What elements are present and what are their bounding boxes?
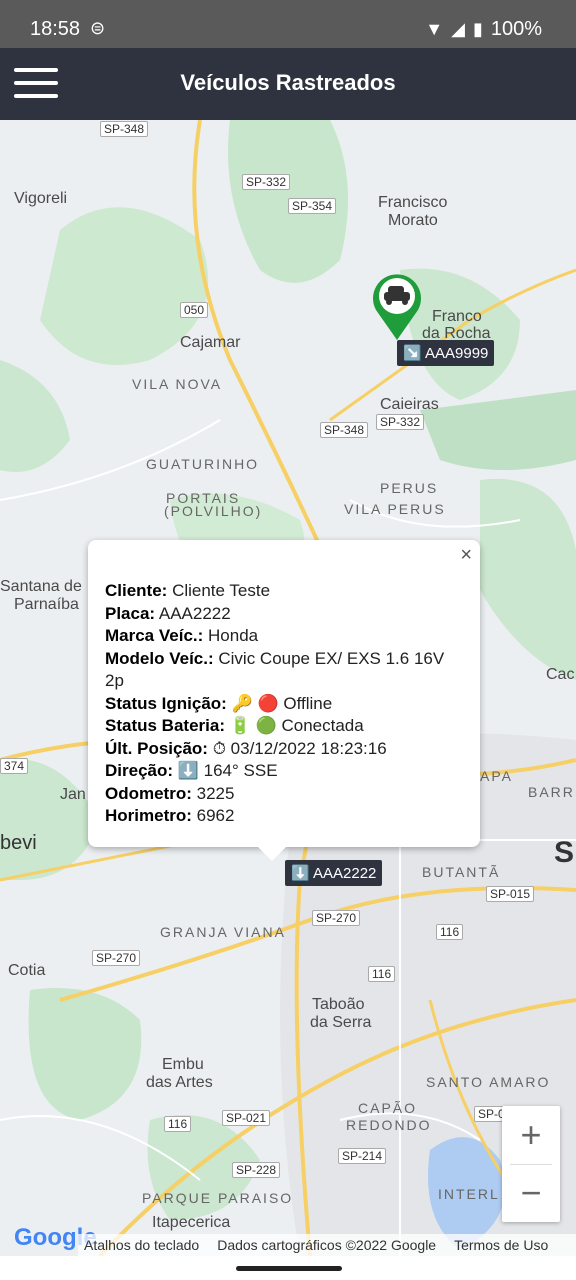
close-icon[interactable]: × <box>460 544 472 567</box>
road-shield: SP-332 <box>376 414 425 430</box>
detail-row: Horimetro: 6962 <box>105 806 235 825</box>
place-label: Cotia <box>8 962 46 979</box>
detail-row: Direção: ⬇️ 164° SSE <box>105 761 278 780</box>
map-view[interactable]: Vigoreli Francisco Morato Franco da Roch… <box>0 120 576 1256</box>
place-label: APA <box>480 768 513 784</box>
road-shield: 050 <box>180 302 209 318</box>
road-shield: SP-270 <box>92 950 141 966</box>
place-label: Francisco <box>378 194 448 211</box>
place-label: Cac <box>546 666 575 683</box>
map-data-text: Dados cartográficos ©2022 Google <box>217 1237 437 1253</box>
detail-row: Placa: AAA2222 <box>105 603 231 623</box>
signal-icon: ◢ <box>451 19 465 39</box>
detail-row: Marca Veíc.: Honda <box>105 626 259 645</box>
place-label: REDONDO <box>346 1117 432 1133</box>
zoom-in-button[interactable]: + <box>502 1106 560 1164</box>
map-attribution: Atalhos do teclado Dados cartográficos ©… <box>78 1234 576 1256</box>
place-label: Caieiras <box>380 396 439 413</box>
place-label: Embu <box>162 1056 204 1073</box>
keyboard-shortcuts-link[interactable]: Atalhos do teclado <box>84 1237 199 1253</box>
detail-row: Últ. Posição: ⏱ 03/12/2022 18:23:16 <box>105 738 387 758</box>
page-title: Veículos Rastreados <box>180 70 396 95</box>
place-label: PARQUE PARAISO <box>142 1190 294 1206</box>
battery-icon: ▮ <box>472 19 483 39</box>
place-label: (POLVILHO) <box>164 503 263 519</box>
place-label: Taboão <box>312 996 365 1013</box>
road-shield: 116 <box>368 966 396 982</box>
zoom-out-button[interactable]: − <box>502 1164 560 1222</box>
place-label: SANTO AMARO <box>426 1074 551 1090</box>
zoom-controls: + − <box>502 1106 560 1222</box>
road-shield: SP-270 <box>312 910 361 926</box>
terms-link[interactable]: Termos de Uso <box>454 1237 548 1253</box>
place-label: INTERL <box>438 1186 500 1202</box>
sim-icon: ⊜ <box>90 18 106 38</box>
road-shield: SP-348 <box>320 422 369 438</box>
road-shield: SP-021 <box>222 1110 271 1126</box>
vehicle-details: Cliente: Cliente Teste Placa: AAA2222 Ma… <box>105 580 460 828</box>
vehicle-info-window: × Cliente: Cliente Teste Placa: AAA2222 … <box>88 540 480 861</box>
place-label: PERUS <box>380 480 439 496</box>
home-handle[interactable] <box>236 1266 342 1271</box>
marker-label[interactable]: ⬇️ AAA2222 <box>285 860 383 886</box>
place-label: Cajamar <box>180 334 241 351</box>
place-label: BARR <box>528 784 575 800</box>
place-label: Morato <box>388 212 438 229</box>
wifi-icon: ▼ <box>425 19 444 39</box>
road-shield: SP-228 <box>232 1162 281 1178</box>
place-label: GUATURINHO <box>146 456 260 472</box>
place-label: Itapecerica <box>152 1214 231 1231</box>
place-label: BUTANTÃ <box>422 864 501 880</box>
road-shield: 116 <box>436 924 464 940</box>
road-shield: SP-332 <box>242 174 291 190</box>
app-bar: Veículos Rastreados <box>0 48 576 120</box>
road-shield: SP-214 <box>338 1148 387 1164</box>
road-shield: SP-354 <box>288 198 337 214</box>
place-label: Jan <box>60 786 86 803</box>
place-label: Santana de <box>0 578 82 595</box>
marker-label[interactable]: ↘️ AAA9999 <box>397 340 495 366</box>
place-label: VILA NOVA <box>132 376 223 392</box>
detail-row: Odometro: 3225 <box>105 783 235 803</box>
place-label: VILA PERUS <box>344 501 446 517</box>
battery-level: 100% <box>490 18 542 40</box>
road-shield: SP-348 <box>100 121 149 137</box>
place-label: Parnaíba <box>14 596 79 613</box>
detail-row: Status Bateria: 🔋 🟢 Conectada <box>105 716 364 735</box>
place-label: GRANJA VIANA <box>160 924 286 940</box>
place-label: Franco <box>432 308 482 325</box>
status-icons: ▼ ◢ ▮ 100% <box>425 18 542 41</box>
place-label: S <box>554 836 575 869</box>
detail-row: Status Ignição: 🔑 🔴 Offline <box>105 693 333 713</box>
place-label: Vigoreli <box>14 190 68 207</box>
road-shield: 116 <box>164 1116 192 1132</box>
road-shield: 374 <box>0 758 29 774</box>
vehicle-marker-icon[interactable] <box>370 270 424 342</box>
status-bar: 18:58 ⊜ ▼ ◢ ▮ 100% <box>0 0 576 48</box>
road-shield: SP-015 <box>486 886 535 902</box>
detail-row: Modelo Veíc.: Civic Coupe EX/ EXS 1.6 16… <box>105 648 445 691</box>
place-label: das Artes <box>146 1074 213 1091</box>
gesture-nav-bar <box>0 1256 576 1280</box>
place-label: da Serra <box>310 1014 372 1031</box>
status-time: 18:58 <box>30 18 81 40</box>
place-label: bevi <box>0 832 37 854</box>
detail-row: Cliente: Cliente Teste <box>105 581 271 600</box>
place-label: CAPÃO <box>358 1100 418 1116</box>
